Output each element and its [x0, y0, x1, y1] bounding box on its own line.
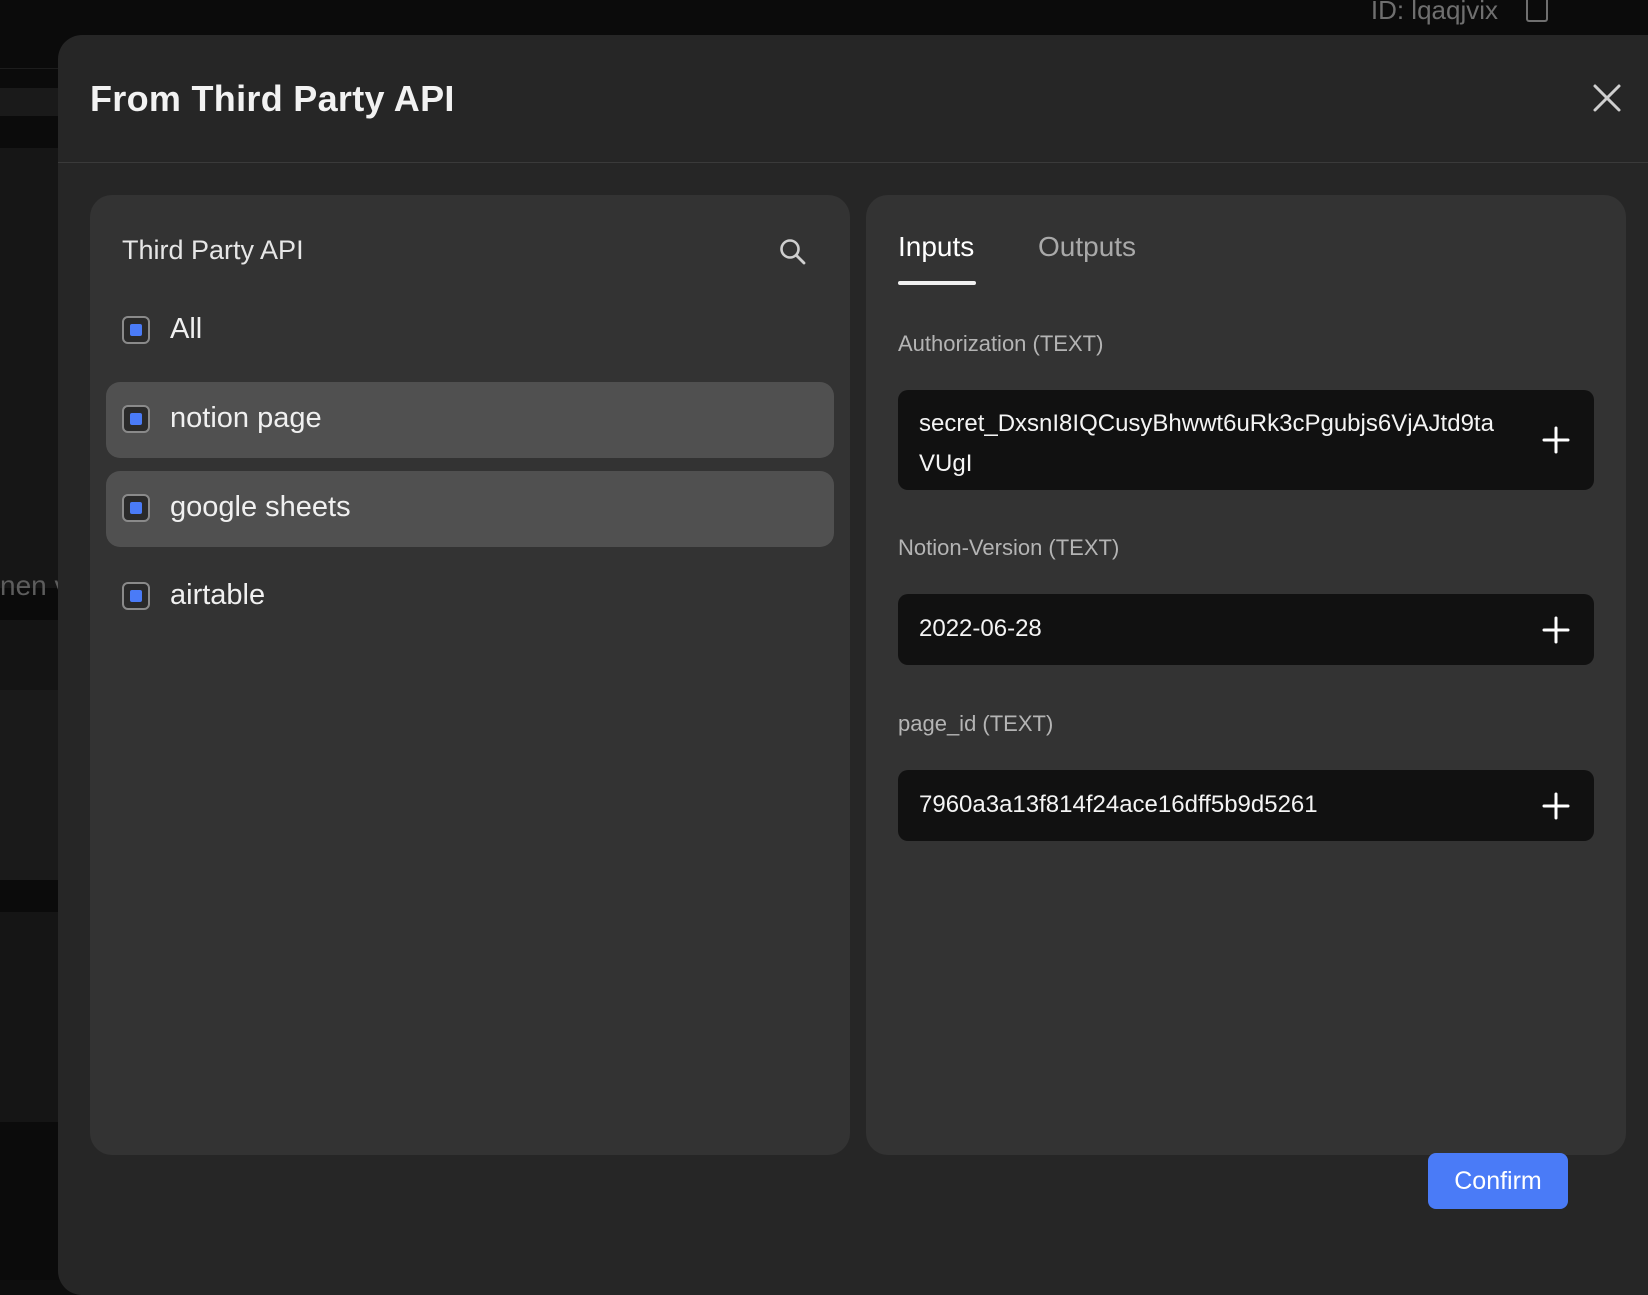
- tab-outputs[interactable]: Outputs: [1038, 231, 1136, 263]
- clipboard-icon: [1526, 0, 1548, 22]
- dialog-header: From Third Party API: [58, 35, 1648, 163]
- search-icon: [780, 239, 806, 265]
- api-details-panel: Inputs Outputs Authorization (TEXT) secr…: [866, 195, 1626, 1155]
- authorization-value[interactable]: secret_DxsnI8IQCusyBhwwt6uRk3cPgubjs6VjA…: [919, 404, 1509, 484]
- api-item-airtable[interactable]: airtable: [106, 559, 834, 635]
- notion-version-field[interactable]: 2022-06-28: [898, 594, 1594, 665]
- api-item-label: google sheets: [170, 491, 351, 523]
- plus-icon: [1542, 426, 1570, 454]
- close-icon: [1593, 84, 1621, 112]
- checkbox[interactable]: [122, 316, 150, 344]
- add-variable-button[interactable]: [1542, 616, 1570, 644]
- api-item-label: airtable: [170, 579, 266, 611]
- checkbox[interactable]: [122, 582, 150, 610]
- plus-icon: [1542, 616, 1570, 644]
- confirm-button[interactable]: Confirm: [1428, 1153, 1568, 1209]
- active-tab-indicator: [898, 281, 976, 285]
- page-id-field-label: page_id (TEXT): [898, 711, 1054, 736]
- dialog-title: From Third Party API: [90, 78, 455, 119]
- plus-icon: [1542, 792, 1570, 820]
- background-strip: [0, 148, 60, 588]
- close-button[interactable]: [1590, 81, 1624, 115]
- checkbox[interactable]: [122, 405, 150, 433]
- api-item-label: notion page: [170, 402, 322, 434]
- page-id-value[interactable]: 7960a3a13f814f24ace16dff5b9d5261: [919, 785, 1509, 825]
- api-item-notion-page[interactable]: notion page: [106, 382, 834, 458]
- background-id-label: ID: lqaqjvix: [1370, 0, 1498, 25]
- add-variable-button[interactable]: [1542, 426, 1570, 454]
- authorization-field-label: Authorization (TEXT): [898, 331, 1104, 356]
- checkbox-check-indicator: [130, 502, 142, 514]
- checkbox-check-indicator: [130, 590, 142, 602]
- notion-version-value[interactable]: 2022-06-28: [919, 609, 1509, 649]
- checkbox[interactable]: [122, 494, 150, 522]
- api-item-google-sheets[interactable]: google sheets: [106, 471, 834, 547]
- background-strip: [0, 690, 60, 880]
- tab-inputs[interactable]: Inputs: [898, 231, 974, 263]
- add-variable-button[interactable]: [1542, 792, 1570, 820]
- search-button[interactable]: [778, 237, 808, 267]
- notion-version-field-label: Notion-Version (TEXT): [898, 535, 1120, 560]
- api-item-label: All: [170, 313, 203, 345]
- background-strip: [0, 88, 60, 116]
- authorization-field[interactable]: secret_DxsnI8IQCusyBhwwt6uRk3cPgubjs6VjA…: [898, 390, 1594, 490]
- api-list-title: Third Party API: [122, 235, 304, 265]
- checkbox-check-indicator: [130, 324, 142, 336]
- background-strip: [0, 620, 60, 690]
- api-item-all[interactable]: All: [106, 293, 834, 369]
- third-party-api-dialog: From Third Party API Third Party API All…: [58, 35, 1648, 1295]
- background-strip: [0, 912, 60, 1122]
- api-list-panel: Third Party API All notion page google s…: [90, 195, 850, 1155]
- checkbox-check-indicator: [130, 413, 142, 425]
- page-id-field[interactable]: 7960a3a13f814f24ace16dff5b9d5261: [898, 770, 1594, 841]
